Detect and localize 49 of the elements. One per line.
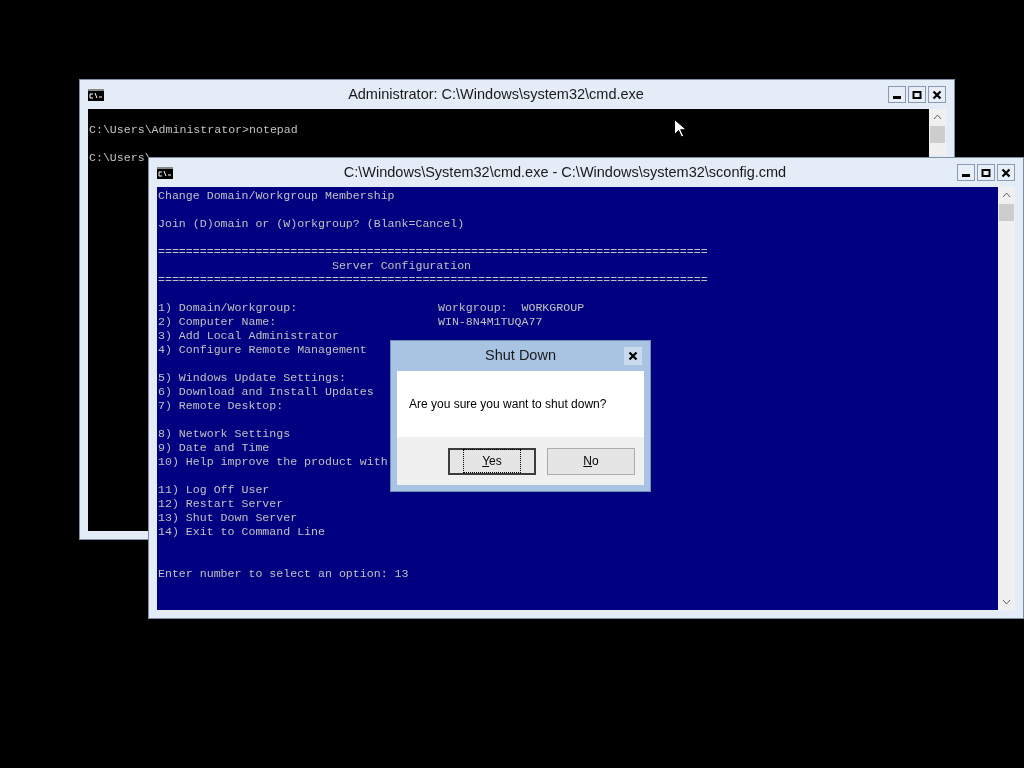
maximize-icon: [912, 89, 922, 100]
console-line: Join (D)omain or (W)orkgroup? (Blank=Cancel): [158, 217, 465, 231]
console-line: 5) Windows Update Settings:: [158, 371, 346, 385]
console-line: C:\Users\Administrator>notepad: [89, 123, 298, 137]
console-line: 14) Exit to Command Line: [158, 525, 325, 539]
close-button[interactable]: [624, 347, 642, 365]
console-line: 11) Log Off User: [158, 483, 270, 497]
console-line: Enter number to select an option: 13: [158, 567, 409, 581]
console-line: 1) Domain/Workgroup:: [158, 301, 299, 315]
minimize-button[interactable]: [888, 86, 906, 103]
dialog-button[interactable]: Yes: [448, 447, 536, 475]
console-line: Server Configuration: [330, 259, 472, 273]
close-icon: [628, 351, 638, 361]
console-line: 10) Help improve the product with: [158, 455, 388, 469]
console-line: 2) Computer Name:: [158, 315, 278, 329]
maximize-button[interactable]: [977, 164, 995, 181]
window-title: C:\Windows\System32\cmd.exe - C:\Windows\system32\sconfig.cmd: [342, 162, 788, 182]
console-line: Change Domain/Workgroup Membership: [158, 189, 395, 203]
console-line: 13) Shut Down Server: [158, 511, 298, 525]
close-button[interactable]: [997, 164, 1015, 181]
console-line: 6) Download and Install Updates: [158, 385, 374, 399]
maximize-icon: [981, 167, 991, 178]
console-value: Workgroup: WORKGROUP: [438, 301, 585, 315]
dialog-message: Are you sure you want to shut down?: [409, 396, 607, 413]
minimize-icon: [893, 95, 901, 99]
console-line: 3) Add Local Administrator: [158, 329, 339, 343]
close-button[interactable]: [928, 86, 946, 103]
console-line: 8) Network Settings: [158, 427, 291, 441]
console-line: 7) Remote Desktop:: [158, 399, 284, 413]
dialog-button[interactable]: No: [547, 447, 635, 475]
console-icon: [157, 166, 173, 179]
console-line: 12) Restart Server: [158, 497, 284, 511]
minimize-icon: [962, 173, 970, 177]
console-icon: [88, 88, 104, 101]
console-line: 9) Date and Time: [158, 441, 270, 455]
close-icon: [1001, 167, 1011, 178]
window-title: Administrator: C:\Windows\system32\cmd.exe: [347, 84, 645, 104]
console-line: 4) Configure Remote Management: [158, 343, 367, 357]
console-line: C:\Users\: [89, 151, 152, 165]
scroll-thumb[interactable]: [930, 126, 945, 143]
console-line: ===============================================================================: [158, 245, 708, 259]
maximize-button[interactable]: [908, 86, 926, 103]
console-line: ===============================================================================: [158, 273, 708, 287]
close-icon: [932, 89, 942, 100]
minimize-button[interactable]: [957, 164, 975, 181]
console-value: WIN-8N4M1TUQA77: [438, 315, 543, 329]
dialog-title: Shut Down: [484, 346, 557, 366]
scroll-thumb[interactable]: [999, 204, 1014, 221]
mouse-cursor-icon: [674, 119, 686, 138]
